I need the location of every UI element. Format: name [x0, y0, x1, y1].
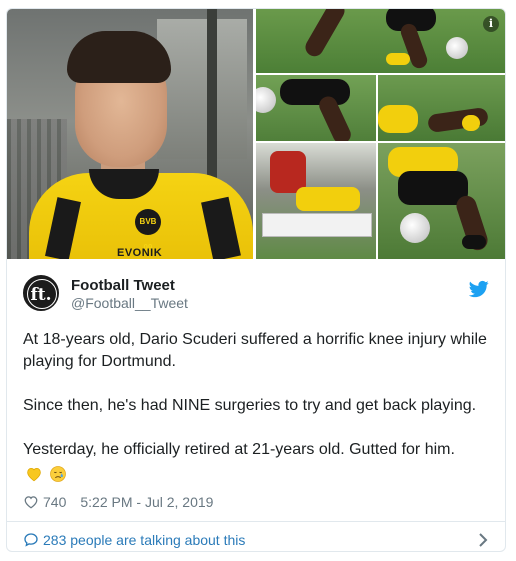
- divider: [7, 521, 505, 522]
- twitter-bird-icon[interactable]: [469, 279, 489, 299]
- photo-jersey: [378, 105, 418, 133]
- photo-stretcher: [262, 213, 372, 237]
- yellow-heart-emoji-icon: [27, 467, 41, 482]
- photo-ball: [256, 87, 276, 113]
- crying-face-emoji-icon: [50, 466, 67, 482]
- tweet-paragraph: Yesterday, he officially retired at 21-y…: [23, 441, 455, 458]
- jersey-sponsor-text: EVONIK: [117, 247, 163, 259]
- speech-bubble-icon: [24, 533, 38, 547]
- talking-about-link[interactable]: 283 people are talking about this: [23, 529, 493, 551]
- media-photo-injury-4[interactable]: [378, 143, 505, 259]
- like-count[interactable]: 740: [43, 494, 66, 510]
- avatar[interactable]: ft.: [23, 275, 59, 311]
- author-name[interactable]: Football Tweet: [71, 277, 175, 294]
- photo-sock: [386, 53, 410, 65]
- photo-ball: [446, 37, 468, 59]
- tweet-media-grid[interactable]: BVB 09 EVONIK i: [7, 9, 505, 259]
- photo-player-lying: [296, 187, 360, 211]
- media-photo-injury-3[interactable]: [378, 75, 505, 141]
- tweet-text: At 18-years old, Dario Scuderi suffered …: [23, 329, 493, 483]
- tweet-meta: 740 5:22 PM - Jul 2, 2019: [23, 493, 213, 511]
- chevron-right-icon[interactable]: [477, 532, 489, 548]
- tweet-author-header: ft. Football Tweet @Football__Tweet: [23, 271, 493, 319]
- tweet-timestamp[interactable]: 5:22 PM - Jul 2, 2019: [80, 494, 213, 510]
- bvb-badge: BVB 09: [135, 209, 161, 252]
- photo-hair: [67, 31, 171, 83]
- media-photo-injury-1[interactable]: [256, 9, 505, 73]
- tweet-paragraph: Since then, he's had NINE surgeries to t…: [23, 397, 477, 414]
- talking-about-label[interactable]: 283 people are talking about this: [43, 532, 245, 548]
- heart-icon[interactable]: [23, 495, 39, 509]
- tweet-paragraph: At 18-years old, Dario Scuderi suffered …: [23, 331, 487, 370]
- author-handle[interactable]: @Football__Tweet: [71, 295, 188, 311]
- info-icon[interactable]: i: [483, 16, 499, 32]
- photo-leg: [302, 9, 348, 60]
- tweet-emojis: [25, 465, 67, 485]
- avatar-ring: [27, 279, 57, 309]
- media-photo-stretcher[interactable]: [256, 143, 376, 259]
- photo-background: [157, 19, 247, 159]
- embedded-tweet-card[interactable]: BVB 09 EVONIK i ft. Football Tweet @Foot…: [6, 8, 506, 552]
- media-photo-injury-2[interactable]: [256, 75, 376, 141]
- media-photo-player-portrait[interactable]: BVB 09 EVONIK: [7, 9, 253, 259]
- photo-sock: [462, 115, 480, 131]
- photo-sock: [462, 235, 486, 249]
- photo-ball: [400, 213, 430, 243]
- photo-leg: [316, 93, 354, 141]
- photo-shorts: [280, 79, 350, 105]
